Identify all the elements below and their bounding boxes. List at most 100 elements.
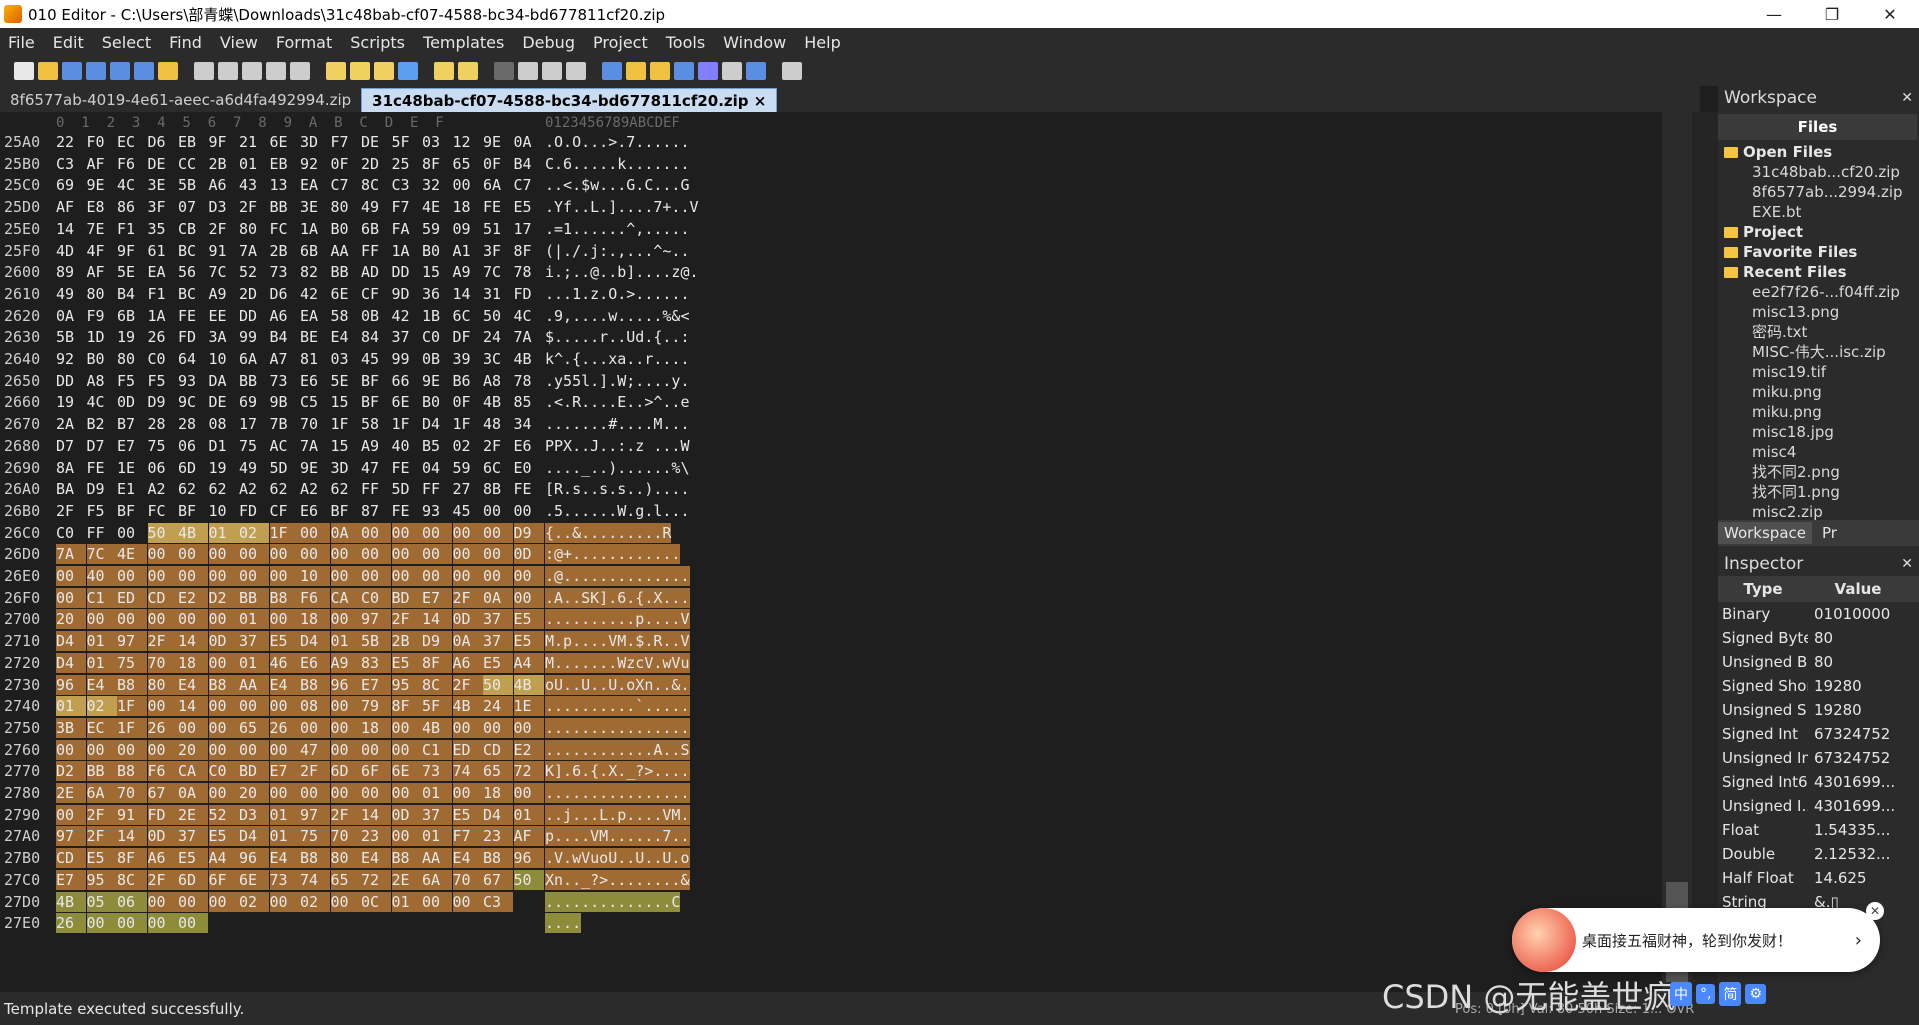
hex-byte[interactable]: 4F	[87, 241, 117, 261]
hex-byte[interactable]: 56	[178, 262, 208, 282]
hex-byte[interactable]: 62	[331, 479, 361, 499]
hex-byte[interactable]: 35	[148, 219, 178, 239]
menu-edit[interactable]: Edit	[45, 33, 94, 52]
hex-byte[interactable]: A8	[483, 371, 513, 391]
hex-byte[interactable]: 2F	[147, 631, 178, 652]
hex-byte[interactable]: 6A	[86, 783, 117, 803]
tree-file[interactable]: 密码.txt	[1718, 322, 1919, 342]
hex-byte[interactable]: CD	[56, 848, 86, 869]
hex-byte[interactable]: E4	[178, 674, 208, 695]
hex-byte[interactable]: A6	[209, 175, 239, 195]
hex-byte[interactable]: 24	[483, 327, 513, 347]
hex-byte[interactable]: 18	[361, 717, 391, 738]
hex-byte[interactable]: 2F	[452, 587, 483, 608]
hex-byte[interactable]: 00	[239, 739, 269, 760]
ime-button[interactable]: 中	[1670, 982, 1692, 1006]
hex-byte[interactable]: 14	[453, 284, 483, 304]
hex-byte[interactable]: 2A	[56, 414, 86, 434]
hex-byte[interactable]: C1	[86, 587, 117, 608]
hex-byte[interactable]: 3F	[148, 197, 178, 217]
tree-file[interactable]: misc13.png	[1718, 302, 1919, 322]
hex-byte[interactable]: 06	[148, 458, 178, 478]
hex-byte[interactable]: CD	[483, 739, 513, 760]
hex-byte[interactable]: AA	[331, 241, 361, 261]
toolbar-button-icon[interactable]	[38, 62, 58, 80]
hex-byte[interactable]: 96	[239, 848, 269, 869]
ascii-column[interactable]: ............A..S	[545, 739, 690, 760]
hex-byte[interactable]: 6F	[361, 761, 391, 782]
ascii-column[interactable]: C.6.....k.......	[545, 154, 690, 174]
hex-byte[interactable]: 5E	[331, 371, 361, 391]
hex-byte[interactable]: 00	[56, 587, 86, 608]
hex-byte[interactable]: 6E	[392, 392, 422, 412]
hex-byte[interactable]: 70	[452, 869, 483, 890]
hex-byte[interactable]: 1F	[269, 522, 300, 543]
hex-byte[interactable]: AF	[87, 262, 117, 282]
hex-byte[interactable]: E6	[300, 501, 330, 521]
hex-byte[interactable]: A2	[148, 479, 178, 499]
hex-byte[interactable]: CF	[270, 501, 300, 521]
close-icon[interactable]: ✕	[1901, 86, 1919, 110]
toolbar-button-icon[interactable]	[194, 62, 214, 80]
hex-byte[interactable]: 00	[208, 891, 239, 912]
hex-byte[interactable]: 18	[300, 609, 330, 630]
hex-byte[interactable]: 1F	[453, 414, 483, 434]
ascii-column[interactable]: :@+............	[545, 544, 681, 565]
hex-byte[interactable]: 10	[209, 349, 239, 369]
hex-byte[interactable]: 87	[361, 501, 391, 521]
hex-byte[interactable]: AA	[422, 848, 452, 869]
hex-byte[interactable]: 95	[391, 674, 422, 695]
hex-byte[interactable]: D4	[56, 652, 86, 673]
hex-byte[interactable]: FC	[148, 501, 178, 521]
hex-byte[interactable]: 69	[239, 392, 269, 412]
hex-byte[interactable]: E4	[452, 848, 483, 869]
menu-window[interactable]: Window	[715, 33, 796, 52]
hex-byte[interactable]: 6D	[178, 458, 208, 478]
hex-byte[interactable]: 00	[361, 783, 391, 803]
hex-byte[interactable]: 9D	[392, 284, 422, 304]
hex-byte[interactable]: 81	[300, 349, 330, 369]
hex-byte[interactable]: 00	[86, 739, 117, 760]
ascii-column[interactable]: ...._..)......%\	[545, 458, 690, 478]
tab-file-1[interactable]: 8f6577ab-4019-4e61-aeec-a6d4fa492994.zip	[0, 88, 361, 112]
hex-byte[interactable]: DF	[453, 327, 483, 347]
hex-byte[interactable]: 4B	[178, 522, 208, 543]
hex-byte[interactable]: 00	[330, 717, 361, 738]
hex-byte[interactable]: 26	[147, 717, 178, 738]
hex-byte[interactable]: 00	[361, 544, 391, 565]
hex-byte[interactable]: D4	[422, 414, 452, 434]
hex-byte[interactable]: 91	[209, 241, 239, 261]
hex-byte[interactable]: 6E	[391, 761, 422, 782]
toolbar-button-icon[interactable]	[242, 62, 262, 80]
ascii-column[interactable]: p....VM......7..	[545, 826, 690, 847]
hex-byte[interactable]: 06	[117, 891, 147, 912]
ascii-column[interactable]: M.p....VM.$.R..V	[545, 631, 690, 652]
hex-byte[interactable]: CF	[361, 284, 391, 304]
hex-byte[interactable]: 20	[178, 739, 208, 760]
hex-byte[interactable]: 69	[56, 175, 86, 195]
hex-byte[interactable]: 00	[452, 566, 483, 586]
hex-byte[interactable]: F5	[148, 371, 178, 391]
hex-byte[interactable]: 8F	[391, 696, 422, 717]
hex-byte[interactable]: E2	[178, 587, 208, 608]
tree-file[interactable]: 31c48bab...cf20.zip	[1718, 162, 1919, 182]
hex-byte[interactable]: 37	[422, 804, 452, 825]
tree-folder[interactable]: Recent Files	[1718, 262, 1919, 282]
hex-byte[interactable]: 37	[483, 609, 513, 630]
close-icon[interactable]: ✕	[1901, 552, 1919, 576]
hex-byte[interactable]: BC	[178, 284, 208, 304]
hex-byte[interactable]: C7	[331, 175, 361, 195]
hex-byte[interactable]: 4B	[56, 891, 86, 912]
hex-byte[interactable]: 14	[117, 826, 147, 847]
hex-byte[interactable]: 0A	[330, 522, 361, 543]
hex-byte[interactable]: 6A	[422, 869, 452, 890]
hex-byte[interactable]: 93	[422, 501, 452, 521]
hex-byte[interactable]: 4B	[483, 392, 513, 412]
hex-byte[interactable]: A7	[270, 349, 300, 369]
hex-byte[interactable]: 01	[513, 804, 544, 825]
hex-byte[interactable]: F6	[147, 761, 178, 782]
hex-byte[interactable]: EC	[86, 717, 117, 738]
ascii-column[interactable]: .......#....M...	[545, 414, 690, 434]
hex-byte[interactable]: 5B	[361, 631, 391, 652]
hex-byte[interactable]: 00	[452, 783, 483, 803]
